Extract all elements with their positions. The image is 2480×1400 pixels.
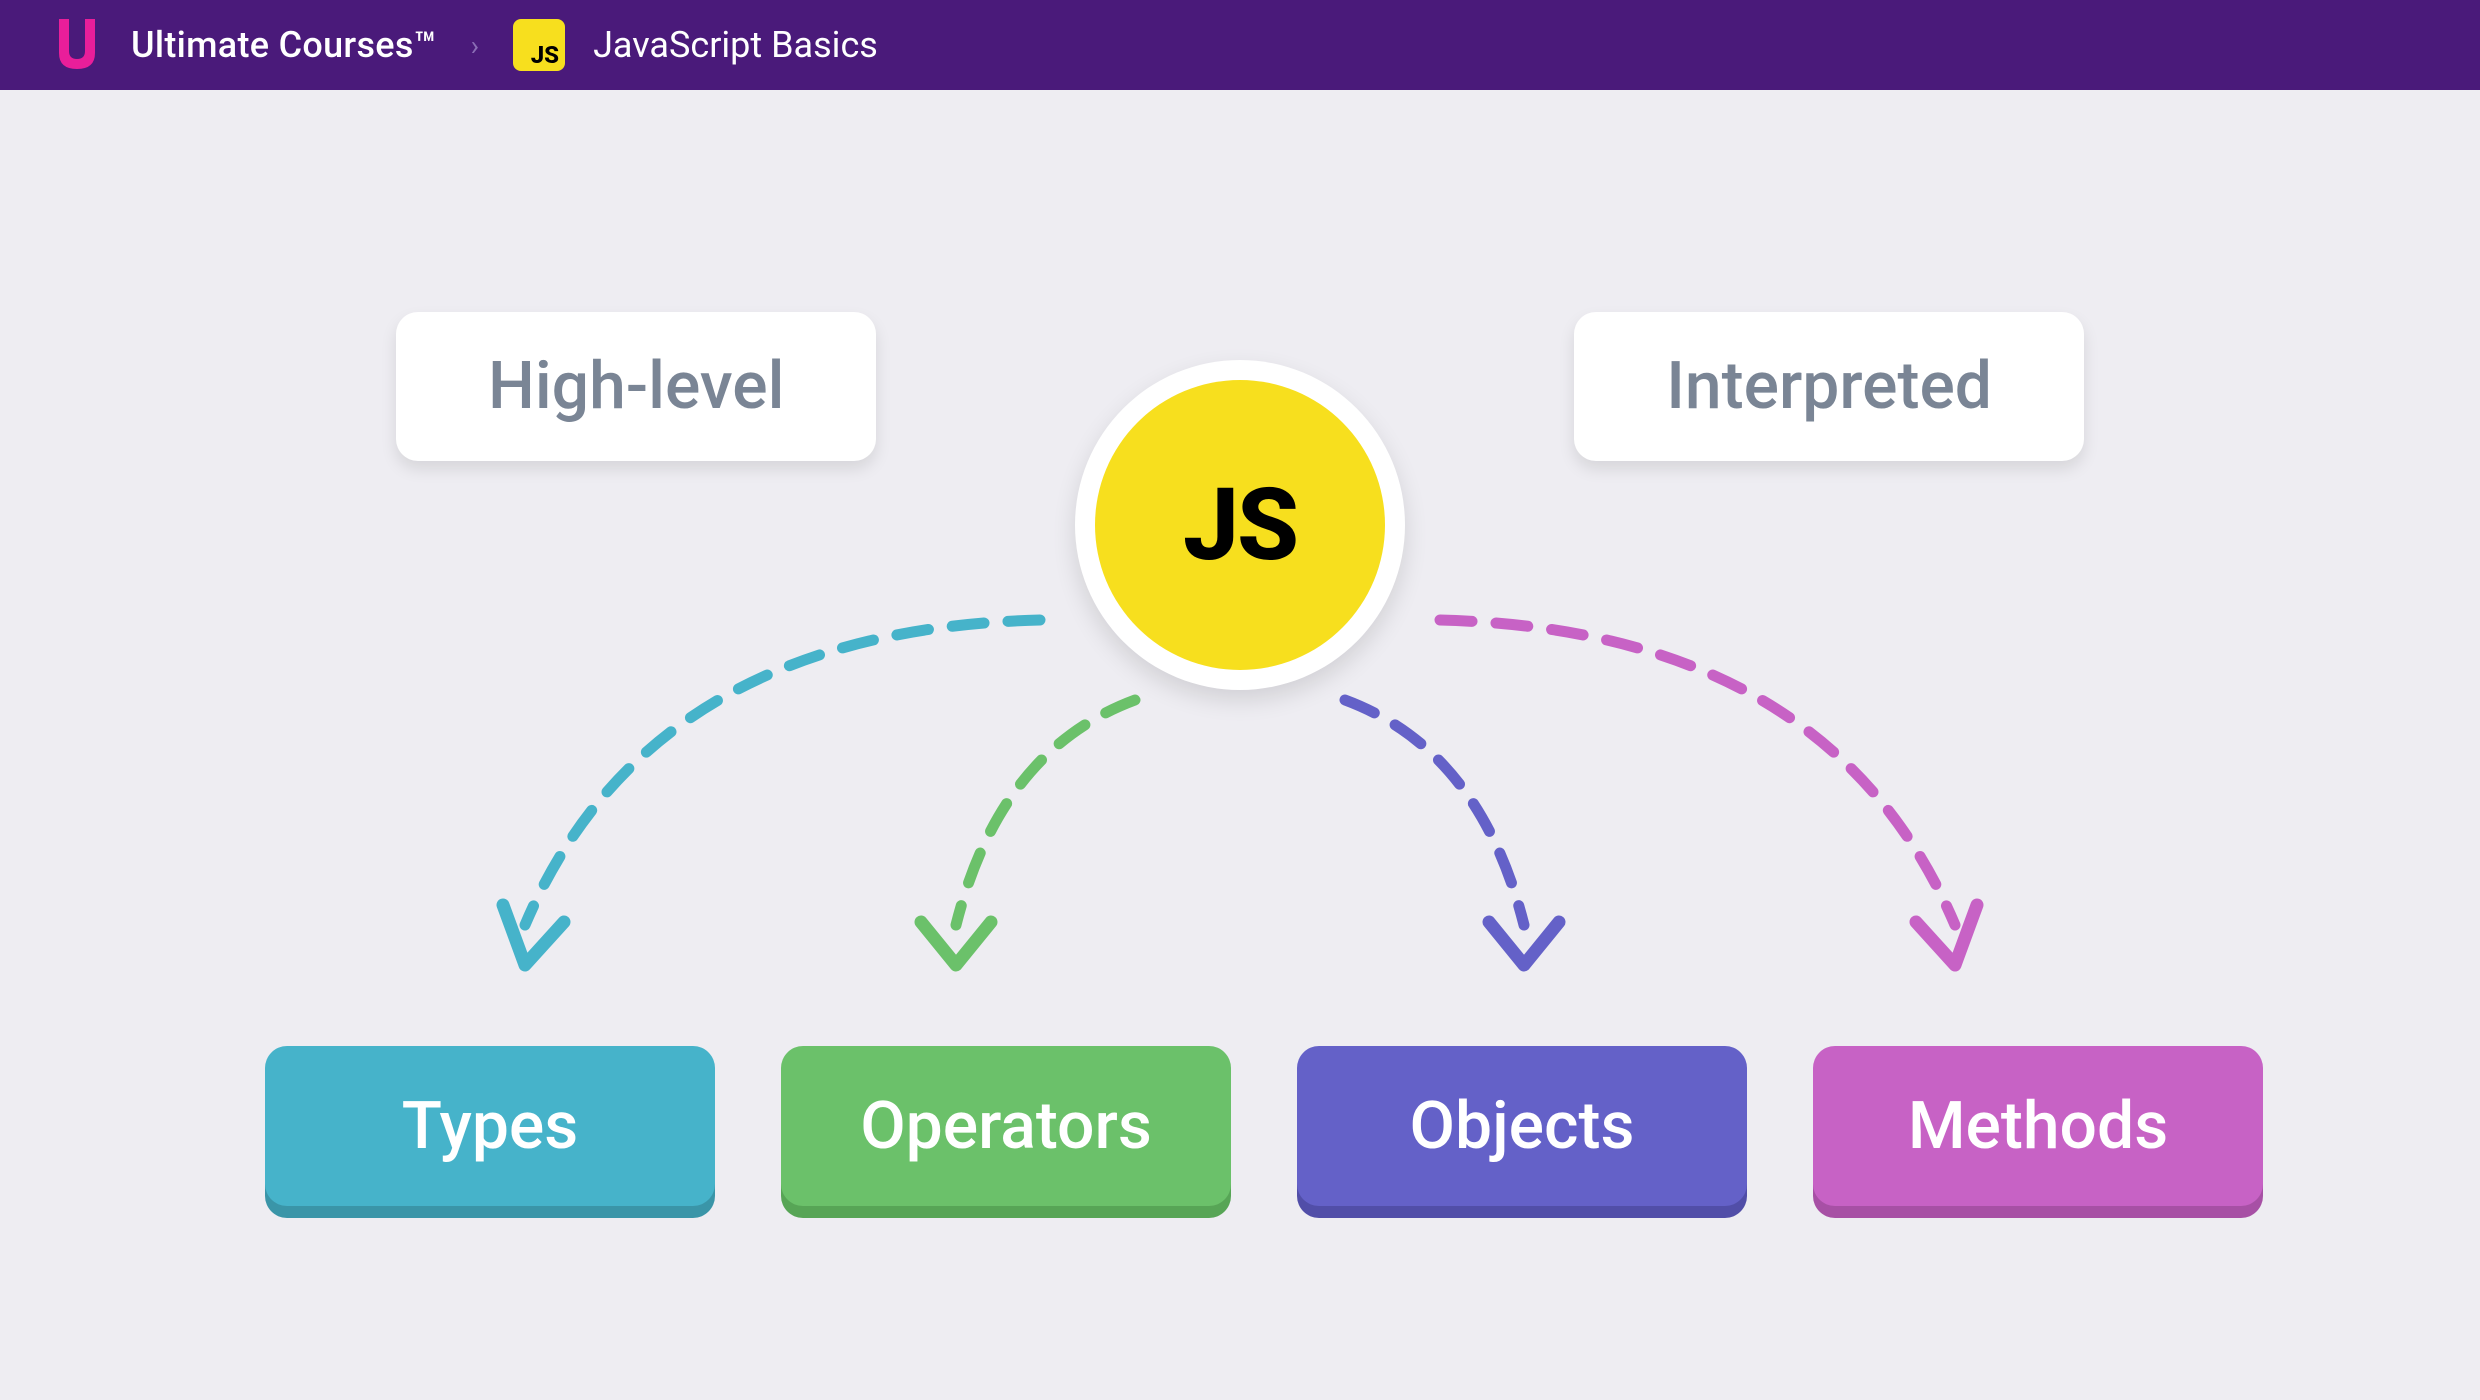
brand-name[interactable]: Ultimate Courses™ xyxy=(131,24,437,66)
concept-label: Types xyxy=(402,1088,579,1165)
concept-methods: Methods xyxy=(1813,1046,2263,1206)
js-badge-text: JS xyxy=(531,43,559,67)
course-title[interactable]: JavaScript Basics xyxy=(593,24,878,66)
brand-logo-icon xyxy=(55,17,103,73)
breadcrumb-chevron-icon: › xyxy=(471,29,479,62)
diagram-canvas: High-level Interpreted JS Types Operator… xyxy=(0,90,2480,1400)
property-pill-high-level: High-level xyxy=(396,312,876,461)
concept-label: Methods xyxy=(1908,1088,2168,1165)
property-label: Interpreted xyxy=(1666,348,1992,425)
js-center-label: JS xyxy=(1183,467,1297,584)
js-badge-icon: JS xyxy=(513,19,565,71)
concept-objects: Objects xyxy=(1297,1046,1747,1206)
js-center-node: JS xyxy=(1075,360,1405,690)
property-pill-interpreted: Interpreted xyxy=(1574,312,2084,461)
js-center-inner: JS xyxy=(1095,380,1385,670)
concept-label: Objects xyxy=(1410,1088,1635,1165)
concept-label: Operators xyxy=(860,1088,1152,1165)
property-label: High-level xyxy=(488,348,784,425)
concept-operators: Operators xyxy=(781,1046,1231,1206)
concept-types: Types xyxy=(265,1046,715,1206)
header-bar: Ultimate Courses™ › JS JavaScript Basics xyxy=(0,0,2480,90)
